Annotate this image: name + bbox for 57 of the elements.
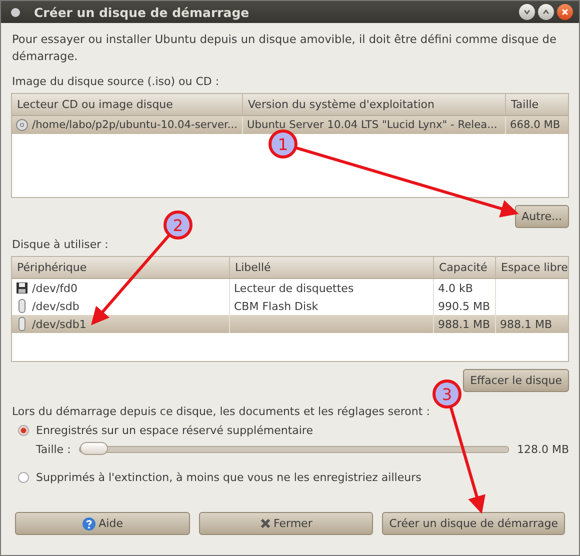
callout-circle	[268, 130, 298, 158]
table-cell: 4.0 kB	[438, 282, 473, 294]
column-header[interactable]: Périphérique	[12, 257, 230, 278]
radio-label[interactable]: Enregistrés sur un espace réservé supplémentaire	[36, 424, 313, 437]
table-cell: CBM Flash Disk	[234, 300, 318, 312]
table-row[interactable]: /dev/sdb1 988.1 MB 988.1 MB	[12, 315, 568, 333]
table-cell: /home/labo/p2p/ubuntu-10.04-server...	[32, 119, 238, 131]
column-header[interactable]: Capacité	[434, 257, 496, 278]
dialog-button[interactable]: Créer un disque de démarrage	[382, 512, 565, 535]
disc-icon	[16, 119, 28, 131]
column-header[interactable]: Espace libre	[496, 257, 573, 278]
table-cell: 668.0 MB	[510, 119, 560, 131]
window-title: Créer un disque de démarrage	[34, 4, 250, 20]
close-icon	[260, 518, 271, 529]
slider-thumb[interactable]	[80, 442, 108, 454]
chevron-up-icon	[542, 8, 550, 16]
callout-circle	[432, 380, 462, 408]
action-button[interactable]: Effacer le disque	[463, 369, 569, 392]
radio-button[interactable]	[18, 472, 29, 483]
usb-drive-icon	[16, 299, 28, 313]
dialog-button[interactable]: Fermer	[198, 512, 374, 535]
slider-value: 128.0 MB	[516, 442, 569, 456]
dialog-button[interactable]: Aide	[15, 512, 190, 535]
radio-button[interactable]	[18, 425, 29, 436]
section-label: Lors du démarrage depuis ce disque, les documents et les réglages seront :	[11, 405, 431, 418]
radio-label[interactable]: Supprimés à l'extinction, à moins que vous ne les enregistriez ailleurs	[36, 471, 422, 484]
table-cell: /dev/sdb	[32, 300, 80, 312]
minimize-button[interactable]	[519, 4, 535, 20]
table-row[interactable]: /home/labo/p2p/ubuntu-10.04-server... Ubuntu Server 10.04 LTS "Lucid Lynx" - Relea... 668.0 MB	[12, 116, 568, 134]
callout-number: 2	[172, 216, 184, 235]
column-header[interactable]: Version du système d'exploitation	[243, 94, 506, 115]
slider-label: Taille :	[36, 442, 71, 456]
callout-number: 3	[442, 385, 452, 404]
callout-number: 1	[278, 135, 288, 154]
table-cell: Lecteur de disquettes	[234, 282, 354, 294]
table-cell: /dev/sdb1	[32, 318, 86, 330]
action-button[interactable]: Autre...	[514, 205, 569, 228]
table-row[interactable]: /dev/fd0 Lecteur de disquettes 4.0 kB	[12, 279, 568, 297]
table-cell: 988.1 MB	[500, 318, 552, 330]
close-button[interactable]	[557, 4, 573, 20]
close-icon	[561, 8, 569, 16]
window-menu-icon[interactable]	[11, 8, 20, 16]
table-cell: 988.1 MB	[438, 318, 490, 330]
callout-circle	[164, 210, 192, 240]
usb-drive-icon	[16, 317, 28, 331]
maximize-button[interactable]	[538, 4, 554, 20]
column-header[interactable]: Lecteur CD ou image disque	[12, 94, 243, 115]
chevron-down-icon	[523, 8, 531, 16]
table-cell: 990.5 MB	[438, 300, 490, 312]
table-cell: /dev/fd0	[32, 282, 78, 294]
section-label: Image du disque source (.iso) ou CD :	[11, 75, 220, 88]
table-cell: Ubuntu Server 10.04 LTS "Lucid Lynx" - Relea...	[247, 119, 498, 131]
column-header[interactable]: Taille	[506, 94, 568, 115]
help-icon	[82, 516, 96, 530]
column-header[interactable]: Libellé	[230, 257, 434, 278]
section-label: Disque à utiliser :	[11, 238, 110, 251]
description-text: Pour essayer ou installer Ubuntu depuis un disque amovible, il doit être défini comme disque de démarrage.	[12, 32, 558, 65]
